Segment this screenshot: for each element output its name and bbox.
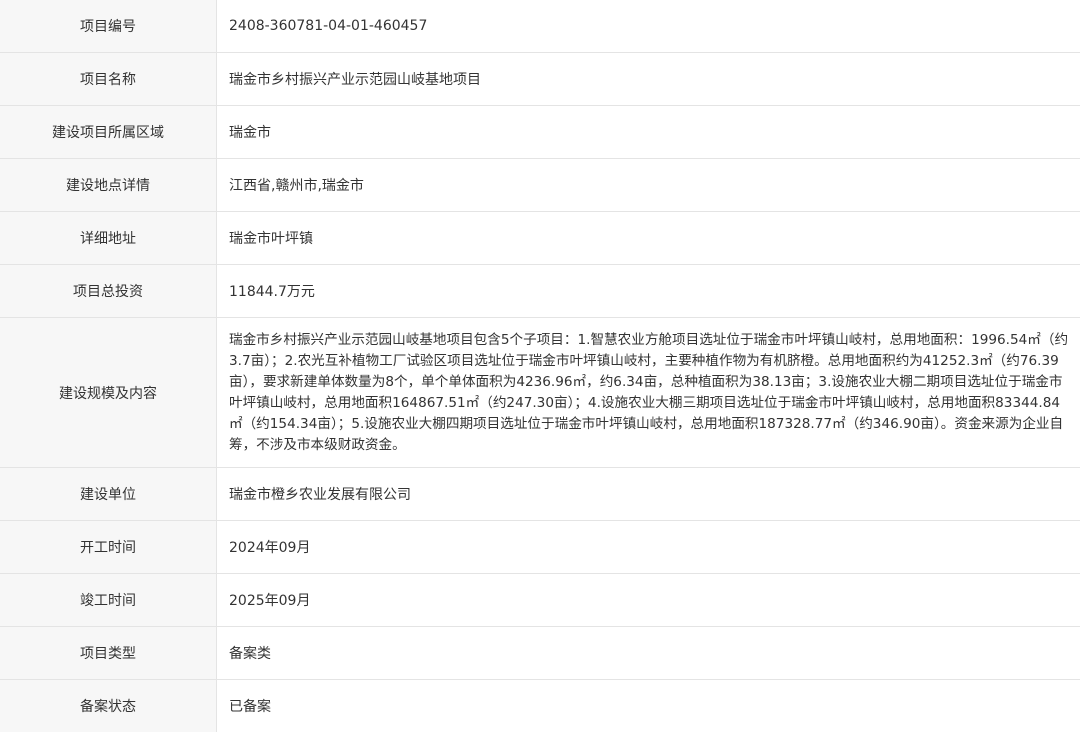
row-label: 竣工时间 — [0, 573, 217, 627]
table-row-start-date: 开工时间 2024年09月 — [0, 520, 1080, 574]
table-row-address: 详细地址 瑞金市叶坪镇 — [0, 211, 1080, 265]
table-row-builder: 建设单位 瑞金市橙乡农业发展有限公司 — [0, 467, 1080, 521]
row-value: 瑞金市 — [216, 105, 1080, 159]
table-row-location-detail: 建设地点详情 江西省,赣州市,瑞金市 — [0, 158, 1080, 212]
row-label: 建设单位 — [0, 467, 217, 521]
project-info-table: 项目编号 2408-360781-04-01-460457 项目名称 瑞金市乡村… — [0, 0, 1080, 732]
row-value: 江西省,赣州市,瑞金市 — [216, 158, 1080, 212]
row-label: 项目类型 — [0, 626, 217, 680]
row-value: 11844.7万元 — [216, 264, 1080, 318]
row-value: 2025年09月 — [216, 573, 1080, 627]
row-label: 建设地点详情 — [0, 158, 217, 212]
table-row-project-type: 项目类型 备案类 — [0, 626, 1080, 680]
table-row-scale-content: 建设规模及内容 瑞金市乡村振兴产业示范园山岐基地项目包含5个子项目：1.智慧农业… — [0, 317, 1080, 468]
table-row-project-number: 项目编号 2408-360781-04-01-460457 — [0, 0, 1080, 53]
row-value: 瑞金市叶坪镇 — [216, 211, 1080, 265]
table-row-total-investment: 项目总投资 11844.7万元 — [0, 264, 1080, 318]
row-label: 建设项目所属区域 — [0, 105, 217, 159]
table-row-completion-date: 竣工时间 2025年09月 — [0, 573, 1080, 627]
row-label: 详细地址 — [0, 211, 217, 265]
row-value: 备案类 — [216, 626, 1080, 680]
row-label: 建设规模及内容 — [0, 317, 217, 468]
table-row-filing-status: 备案状态 已备案 — [0, 679, 1080, 732]
row-value: 瑞金市乡村振兴产业示范园山岐基地项目包含5个子项目：1.智慧农业方舱项目选址位于… — [229, 331, 1069, 453]
table-row-project-name: 项目名称 瑞金市乡村振兴产业示范园山岐基地项目 — [0, 52, 1080, 106]
row-label: 项目总投资 — [0, 264, 217, 318]
row-value-cell: 瑞金市乡村振兴产业示范园山岐基地项目包含5个子项目：1.智慧农业方舱项目选址位于… — [216, 317, 1080, 468]
row-value: 已备案 — [216, 679, 1080, 732]
row-label: 项目名称 — [0, 52, 217, 106]
row-label: 项目编号 — [0, 0, 217, 53]
table-row-region: 建设项目所属区域 瑞金市 — [0, 105, 1080, 159]
row-value: 瑞金市橙乡农业发展有限公司 — [216, 467, 1080, 521]
row-label: 备案状态 — [0, 679, 217, 732]
row-label: 开工时间 — [0, 520, 217, 574]
row-value: 2408-360781-04-01-460457 — [216, 0, 1080, 53]
row-value: 2024年09月 — [216, 520, 1080, 574]
row-value: 瑞金市乡村振兴产业示范园山岐基地项目 — [216, 52, 1080, 106]
